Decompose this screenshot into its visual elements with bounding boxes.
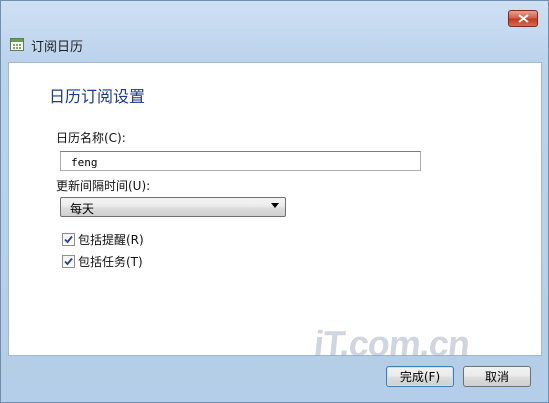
update-interval-label: 更新间隔时间(U):: [56, 179, 151, 193]
include-reminders-option[interactable]: 包括提醒(R): [62, 231, 144, 248]
calendar-icon: [10, 38, 24, 51]
close-icon: [517, 14, 529, 23]
close-button[interactable]: [508, 10, 538, 27]
calendar-name-label: 日历名称(C):: [56, 131, 126, 145]
include-reminders-checkbox[interactable]: [62, 233, 75, 246]
dialog-window: 订阅日历 日历订阅设置 日历名称(C): 更新间隔时间(U): 每天 包括提醒(…: [0, 0, 549, 403]
window-title: 订阅日历: [31, 40, 84, 55]
include-reminders-label[interactable]: 包括提醒(R): [78, 231, 144, 248]
chevron-down-icon: [271, 203, 279, 208]
include-tasks-checkbox[interactable]: [62, 255, 75, 268]
update-interval-dropdown[interactable]: 每天: [60, 197, 286, 217]
checkmark-icon: [64, 257, 73, 266]
watermark: iT.com.cn: [311, 323, 472, 364]
dialog-heading: 日历订阅设置: [49, 87, 146, 106]
include-tasks-label[interactable]: 包括任务(T): [78, 253, 143, 270]
update-interval-value: 每天: [70, 202, 95, 216]
checkmark-icon: [64, 235, 73, 244]
calendar-name-input[interactable]: [60, 151, 421, 171]
include-tasks-option[interactable]: 包括任务(T): [62, 253, 143, 270]
title-bar[interactable]: 订阅日历: [1, 1, 548, 59]
finish-button[interactable]: 完成(F): [386, 366, 454, 387]
cancel-button[interactable]: 取消: [463, 366, 531, 387]
